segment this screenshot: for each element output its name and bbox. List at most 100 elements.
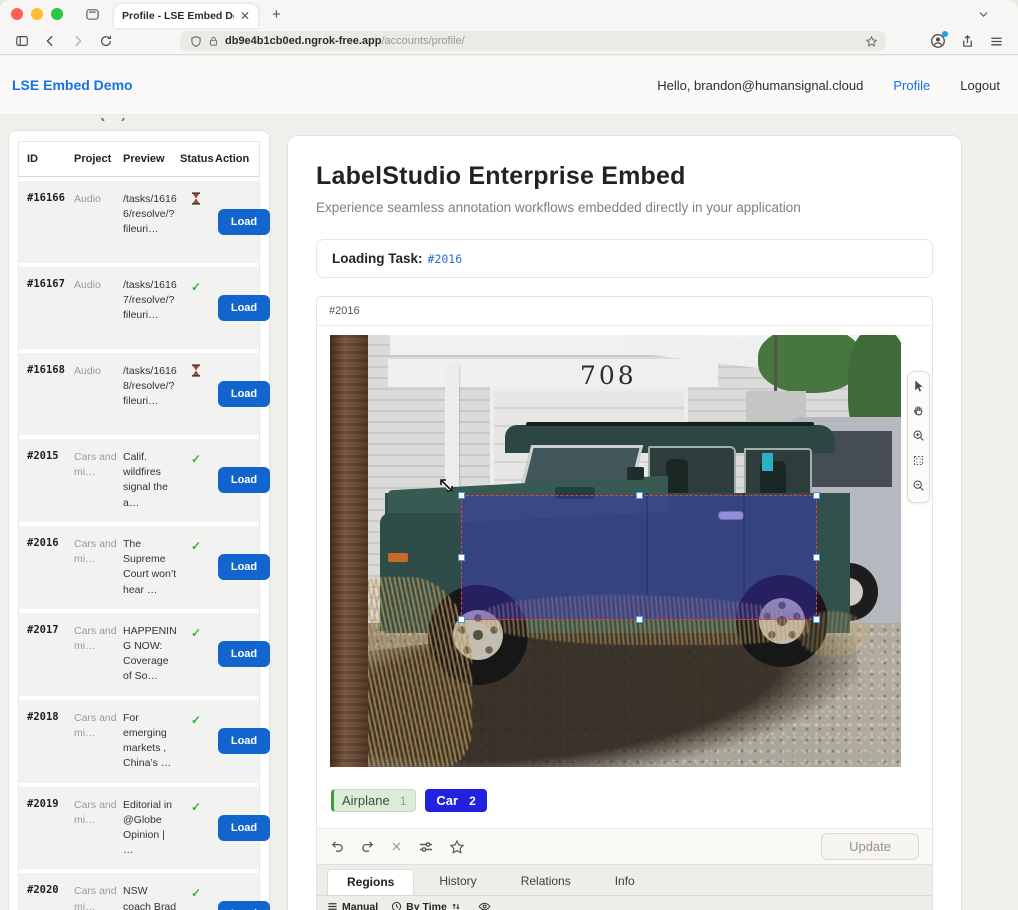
annotation-panel: #2016 708 [316,296,933,910]
task-row: #2016 Cars and mi… The Supreme Court won… [19,526,259,609]
task-project: Audio [74,278,120,293]
load-button[interactable]: Load [218,295,270,321]
load-button[interactable]: Load [218,641,270,667]
close-window-button[interactable] [11,8,23,20]
browser-window: Profile - LSE Embed Demo ✕ + db9e [0,0,1018,910]
status-done-icon: ✓ [191,280,201,294]
reload-button-icon[interactable] [99,34,113,48]
undo-icon[interactable] [330,839,345,854]
account-icon[interactable] [930,33,946,49]
fit-to-screen-icon[interactable] [910,451,928,469]
load-button[interactable]: Load [218,901,270,910]
main-card: LabelStudio Enterprise Embed Experience … [287,135,962,910]
group-by-manual[interactable]: Manual [327,901,378,910]
task-project: Cars and mi… [74,798,120,828]
task-id: #16168 [27,364,71,376]
photo-blinker [388,553,408,562]
select-tool-icon[interactable] [910,376,928,394]
new-tab-button[interactable]: + [272,6,281,23]
zoom-out-icon[interactable] [910,476,928,494]
bbox-handle-n[interactable] [636,492,643,499]
url-bar[interactable]: db9e4b1cb0ed.ngrok-free.app/accounts/pro… [180,31,886,51]
load-button[interactable]: Load [218,554,270,580]
tab-list-chevron-icon[interactable] [977,8,990,21]
ground-truth-star-icon[interactable] [449,839,465,855]
photo-window-sticker [762,453,773,471]
photo-roof-rails [526,422,814,426]
tab-info[interactable]: Info [596,869,654,895]
brand-link[interactable]: LSE Embed Demo [12,77,133,93]
status-done-icon: ✓ [191,713,201,727]
menu-hamburger-icon[interactable] [989,34,1004,49]
label-car[interactable]: Car 2 [425,789,486,812]
bbox-handle-ne[interactable] [813,492,820,499]
redo-icon[interactable] [360,839,375,854]
task-preview: For emerging markets , China’s … [123,711,177,772]
tab-regions[interactable]: Regions [327,869,414,895]
bbox-handle-nw[interactable] [458,492,465,499]
tab-close-icon[interactable]: ✕ [240,9,250,23]
browser-action-icons [930,33,1004,49]
task-row: #16167 Audio /tasks/16167/resolve/?fileu… [19,267,259,349]
regions-filter-bar: Manual By Time [317,895,932,910]
task-preview: HAPPENING NOW: Coverage of So… [123,624,177,685]
task-project: Cars and mi… [74,450,120,480]
settings-sliders-icon[interactable] [418,839,434,855]
forward-button-icon[interactable] [71,34,85,48]
task-status: ✓ [180,192,212,210]
task-id: #16166 [27,192,71,204]
bookmark-star-icon[interactable] [865,35,878,48]
status-done-icon: ✓ [191,800,201,814]
update-button[interactable]: Update [821,833,919,860]
status-pending-icon [191,192,201,209]
col-action: Action [215,153,273,165]
col-id: ID [27,153,71,165]
load-button[interactable]: Load [218,381,270,407]
loading-task-label: Loading Task: [332,251,423,266]
task-id: #16167 [27,278,71,290]
status-done-icon: ✓ [191,626,201,640]
bbox-handle-s[interactable] [636,616,643,623]
tab-overview-icon[interactable] [85,7,100,22]
reset-icon[interactable] [390,840,403,853]
bbox-handle-e[interactable] [813,554,820,561]
tab-history[interactable]: History [420,869,495,895]
task-row: #2017 Cars and mi… HAPPENING NOW: Covera… [19,613,259,696]
load-button[interactable]: Load [218,728,270,754]
label-airplane[interactable]: Airplane 1 [331,789,416,812]
tab-relations[interactable]: Relations [502,869,590,895]
task-row: #16166 Audio /tasks/16166/resolve/?fileu… [19,181,259,263]
load-button[interactable]: Load [218,209,270,235]
back-button-icon[interactable] [43,34,57,48]
profile-link[interactable]: Profile [893,78,930,93]
eye-visibility-icon[interactable] [478,900,491,910]
bbox-region-car[interactable] [461,495,817,620]
share-icon[interactable] [960,34,975,49]
user-greeting: Hello, brandon@humansignal.cloud [657,78,863,93]
task-row: #2020 Cars and mi… NSW coach Brad Fittle… [19,873,259,910]
logout-link[interactable]: Logout [960,78,1000,93]
pan-hand-icon[interactable] [910,401,928,419]
bbox-handle-w[interactable] [458,554,465,561]
browser-tab[interactable]: Profile - LSE Embed Demo ✕ [114,4,258,28]
zoom-in-icon[interactable] [910,426,928,444]
shield-icon[interactable] [190,35,202,48]
image-tools-panel [907,371,930,503]
sidebar-toggle-icon[interactable] [15,34,29,48]
bbox-handle-sw[interactable] [458,616,465,623]
tab-title: Profile - LSE Embed Demo [122,10,234,22]
task-row: #2018 Cars and mi… For emerging markets … [19,700,259,783]
sort-by-time[interactable]: By Time [391,901,461,910]
site-header: LSE Embed Demo Hello, brandon@humansigna… [0,56,1018,115]
task-preview: /tasks/16168/resolve/?fileuri… [123,364,177,410]
task-project: Cars and mi… [74,537,120,567]
load-button[interactable]: Load [218,815,270,841]
annotation-image[interactable]: 708 [330,335,901,767]
task-id-header: #2016 [317,297,932,326]
minimize-window-button[interactable] [31,8,43,20]
task-preview: /tasks/16167/resolve/?fileuri… [123,278,177,324]
bbox-handle-se[interactable] [813,616,820,623]
task-project: Cars and mi… [74,624,120,654]
load-button[interactable]: Load [218,467,270,493]
zoom-window-button[interactable] [51,8,63,20]
